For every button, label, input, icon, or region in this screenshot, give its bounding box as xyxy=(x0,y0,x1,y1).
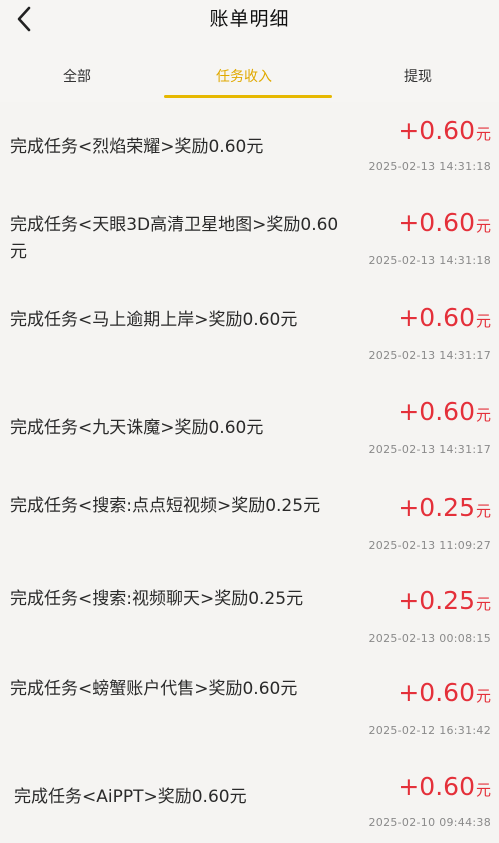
record-description: 完成任务<AiPPT>奖励0.60元 xyxy=(14,787,247,807)
record-amount: +0.60元 xyxy=(398,397,491,426)
record-time: 2025-02-12 16:31:42 xyxy=(368,724,491,737)
list-item[interactable]: 完成任务<烈焰荣耀>奖励0.60元 +0.60元 2025-02-13 14:3… xyxy=(0,102,499,195)
list-item[interactable]: 完成任务<天眼3D高清卫星地图>奖励0.60元 +0.60元 2025-02-1… xyxy=(0,194,499,288)
record-amount: +0.60元 xyxy=(398,678,491,707)
record-time: 2025-02-13 14:31:18 xyxy=(368,254,491,267)
list-item[interactable]: 完成任务<马上逾期上岸>奖励0.60元 +0.60元 2025-02-13 14… xyxy=(0,287,499,382)
tab-bar: 全部 任务收入 提现 xyxy=(0,40,499,102)
record-amount: +0.60元 xyxy=(398,208,491,237)
record-description: 完成任务<烈焰荣耀>奖励0.60元 xyxy=(10,137,264,157)
record-time: 2025-02-13 11:09:27 xyxy=(368,539,491,552)
record-amount: +0.60元 xyxy=(398,116,491,145)
list-item[interactable]: 完成任务<搜索:视频聊天>奖励0.25元 +0.25元 2025-02-13 0… xyxy=(0,570,499,663)
record-time: 2025-02-13 14:31:17 xyxy=(368,443,491,456)
record-description: 完成任务<搜索:点点短视频>奖励0.25元 xyxy=(10,496,321,516)
record-description: 完成任务<螃蟹账户代售>奖励0.60元 xyxy=(10,679,298,699)
record-time: 2025-02-10 09:44:38 xyxy=(368,816,491,829)
top-bar: 账单明细 xyxy=(0,0,499,40)
record-description: 完成任务<九天诛魔>奖励0.60元 xyxy=(10,418,264,438)
record-description: 完成任务<马上逾期上岸>奖励0.60元 xyxy=(10,310,298,330)
tab-withdraw[interactable]: 提现 xyxy=(404,66,432,86)
record-time: 2025-02-13 14:31:18 xyxy=(368,160,491,173)
active-tab-indicator xyxy=(164,95,332,98)
page-title: 账单明细 xyxy=(209,8,290,30)
record-time: 2025-02-13 14:31:17 xyxy=(368,349,491,362)
record-amount: +0.60元 xyxy=(398,772,491,801)
record-amount: +0.25元 xyxy=(398,586,491,615)
record-amount: +0.60元 xyxy=(398,303,491,332)
record-amount: +0.25元 xyxy=(398,493,491,522)
tab-all[interactable]: 全部 xyxy=(63,66,91,86)
record-description: 完成任务<搜索:视频聊天>奖励0.25元 xyxy=(10,589,304,609)
record-description: 完成任务<天眼3D高清卫星地图>奖励0.60元 xyxy=(10,215,339,262)
list-item[interactable]: 完成任务<九天诛魔>奖励0.60元 +0.60元 2025-02-13 14:3… xyxy=(0,381,499,476)
record-time: 2025-02-13 00:08:15 xyxy=(368,632,491,645)
list-item[interactable]: 完成任务<螃蟹账户代售>奖励0.60元 +0.60元 2025-02-12 16… xyxy=(0,662,499,755)
list-item[interactable]: 完成任务<AiPPT>奖励0.60元 +0.60元 2025-02-10 09:… xyxy=(0,754,499,843)
tab-task-income[interactable]: 任务收入 xyxy=(216,66,272,86)
list-item[interactable]: 完成任务<搜索:点点短视频>奖励0.25元 +0.25元 2025-02-13 … xyxy=(0,475,499,571)
